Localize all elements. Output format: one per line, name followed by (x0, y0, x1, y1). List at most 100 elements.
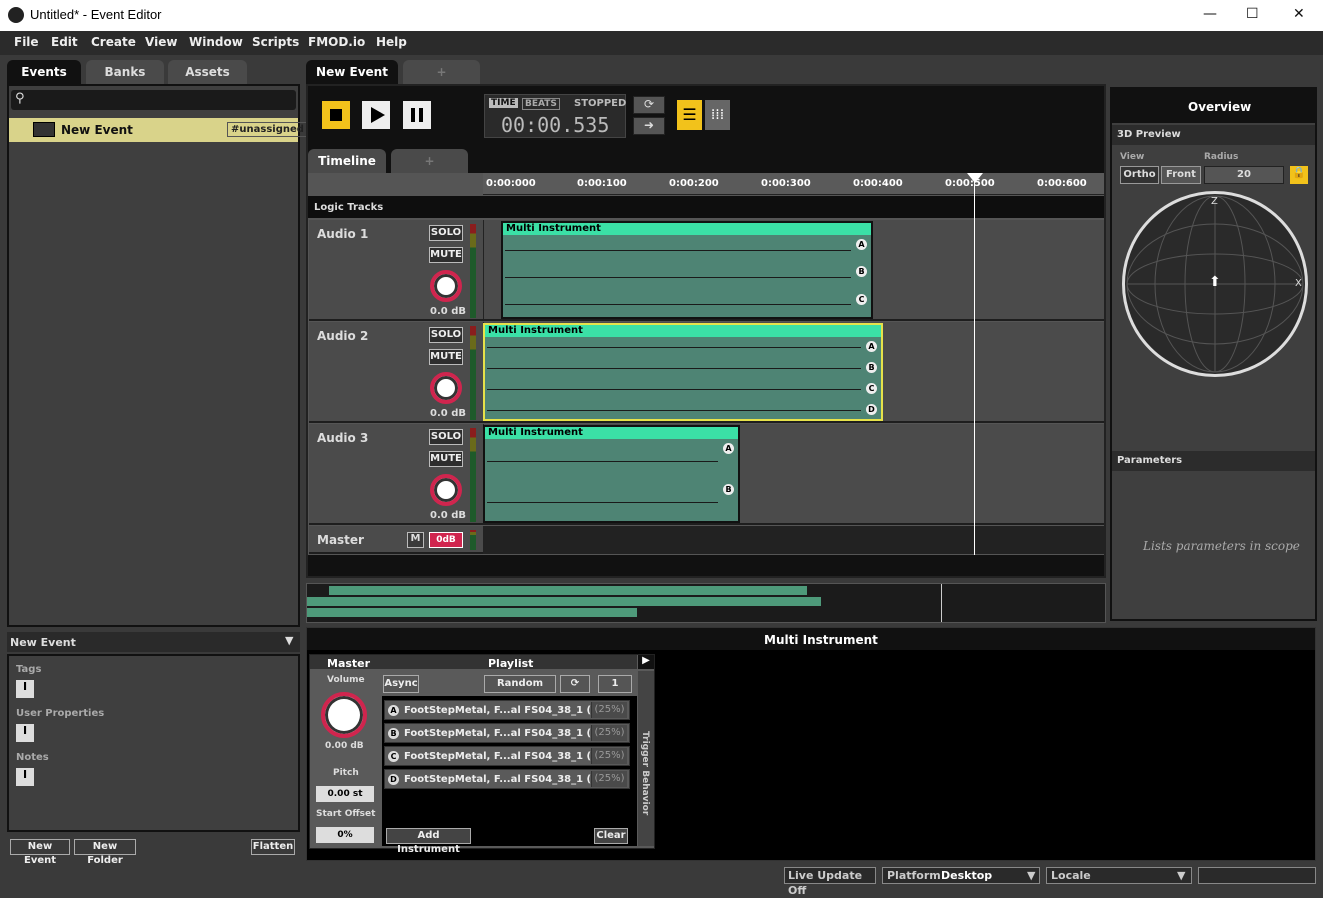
menu-scripts[interactable]: Scripts (252, 35, 299, 49)
clear-button[interactable]: Clear (594, 828, 628, 844)
menu-file[interactable]: File (14, 35, 39, 49)
list-view-icon[interactable]: ☰ (676, 99, 703, 131)
time-ruler[interactable]: 0:00:000 0:00:100 0:00:200 0:00:300 0:00… (483, 173, 1104, 195)
follow-playhead-icon[interactable]: ➜ (633, 117, 665, 135)
3d-preview-sphere[interactable]: Z X ⬆ (1122, 191, 1308, 377)
region-multi-instrument[interactable]: Multi Instrument A B (483, 425, 740, 523)
master-track-name[interactable]: Master (317, 533, 364, 547)
tags-input[interactable]: I (16, 680, 34, 698)
listener-icon: ⬆ (1209, 274, 1221, 290)
new-folder-button[interactable]: New Folder (74, 839, 136, 866)
play-count-input[interactable]: 1 (598, 675, 632, 693)
user-props-input[interactable]: I (16, 724, 34, 742)
flatten-button[interactable]: Flatten (251, 839, 295, 855)
region-multi-instrument[interactable]: Multi Instrument A B C (501, 221, 873, 319)
track-name[interactable]: Audio 3 (317, 431, 368, 445)
overview-title: Overview (1188, 100, 1252, 114)
mute-button[interactable]: MUTE (429, 247, 463, 263)
playlist-item-probability[interactable]: (25%) (591, 771, 627, 787)
radius-input[interactable]: 20 (1204, 166, 1284, 184)
platform-label: Platform (887, 869, 941, 882)
time-mode-toggle[interactable]: TIME (489, 98, 518, 108)
add-instrument-button[interactable]: Add Instrument (386, 828, 471, 855)
ruler-tick: 0:00:300 (761, 178, 811, 189)
transport-state: STOPPED (574, 98, 627, 109)
menu-create[interactable]: Create (91, 35, 136, 49)
tab-timeline-add[interactable]: + (391, 149, 468, 173)
master-gain-knob[interactable]: 0dB (429, 532, 463, 548)
details-header[interactable]: New Event ▼ (7, 632, 300, 652)
menu-fmodio[interactable]: FMOD.io (308, 35, 365, 49)
track-name[interactable]: Audio 2 (317, 329, 368, 343)
playhead-marker-icon[interactable] (967, 173, 983, 183)
playlist-item[interactable]: A FootStepMetal, F...al FS04_38_1 (4) (2… (384, 700, 630, 720)
playhead[interactable] (974, 178, 975, 555)
loop-icon[interactable]: ⟳ (633, 96, 665, 114)
ortho-button[interactable]: Ortho (1120, 166, 1159, 184)
timeline-overview-strip[interactable] (306, 583, 1106, 623)
platform-select[interactable]: Platform Desktop ▼ (882, 867, 1040, 884)
start-offset-input[interactable]: 0% (316, 827, 374, 843)
menu-edit[interactable]: Edit (51, 35, 78, 49)
tab-events[interactable]: Events (7, 60, 81, 84)
mute-button[interactable]: MUTE (429, 349, 463, 365)
locale-select[interactable]: Locale ▼ (1046, 867, 1192, 884)
event-item-new-event[interactable]: New Event #unassigned (9, 118, 308, 142)
play-button[interactable] (360, 99, 392, 131)
tab-new-event[interactable]: New Event (306, 60, 398, 84)
close-icon[interactable]: ✕ (1293, 6, 1305, 22)
pitch-input[interactable]: 0.00 st (316, 786, 374, 802)
notes-input[interactable]: I (16, 768, 34, 786)
tab-assets[interactable]: Assets (168, 60, 247, 84)
loop-playlist-icon[interactable]: ⟳ (560, 675, 590, 693)
front-button[interactable]: Front (1161, 166, 1201, 184)
solo-button[interactable]: SOLO (429, 225, 463, 241)
solo-button[interactable]: SOLO (429, 327, 463, 343)
grid-view-icon[interactable]: ⁞⁞⁞ (704, 99, 731, 131)
live-update-button[interactable]: Live Update Off (784, 867, 876, 897)
instrument-volume-knob[interactable] (321, 692, 367, 738)
track-level: 0.0 dB (430, 510, 466, 521)
async-button[interactable]: Async (383, 675, 419, 693)
volume-knob[interactable] (430, 474, 462, 506)
volume-knob[interactable] (430, 372, 462, 404)
bank-tag[interactable]: #unassigned (227, 122, 308, 137)
search-input[interactable]: ⚲ (11, 90, 296, 110)
playlist-item-probability[interactable]: (25%) (591, 725, 627, 741)
parameters-label: Parameters (1117, 455, 1183, 466)
tab-add[interactable]: + (403, 60, 480, 84)
expand-icon[interactable]: ▶ (638, 655, 654, 669)
playlist-mode-select[interactable]: Random (484, 675, 556, 693)
master-level-meter (470, 530, 476, 550)
collapse-icon[interactable]: ▼ (285, 634, 293, 647)
maximize-icon[interactable]: ☐ (1246, 6, 1259, 22)
master-track[interactable]: Master M 0dB (309, 526, 1104, 554)
parameters-hint: Lists parameters in scope (1143, 539, 1300, 553)
parameters-section-header[interactable]: Parameters (1112, 451, 1315, 471)
playlist-item-letter: A (388, 705, 399, 716)
playlist-item-probability[interactable]: (25%) (591, 748, 627, 764)
volume-knob[interactable] (430, 270, 462, 302)
new-event-button[interactable]: New Event (10, 839, 70, 866)
pause-button[interactable] (401, 99, 433, 131)
menu-window[interactable]: Window (189, 35, 243, 49)
minimize-icon[interactable]: — (1203, 6, 1217, 22)
region-multi-instrument-selected[interactable]: Multi Instrument A B C D (483, 323, 883, 421)
solo-button[interactable]: SOLO (429, 429, 463, 445)
tab-timeline[interactable]: Timeline (308, 149, 386, 173)
menu-help[interactable]: Help (376, 35, 407, 49)
master-mute-button[interactable]: M (407, 532, 424, 548)
trigger-behavior-drawer[interactable]: Trigger Behavior (638, 671, 654, 846)
tab-banks[interactable]: Banks (86, 60, 164, 84)
playlist-item[interactable]: D FootStepMetal, F...al FS04_38_1 (7) (2… (384, 769, 630, 789)
track-name[interactable]: Audio 1 (317, 227, 368, 241)
lock-icon[interactable]: 🔒 (1290, 166, 1308, 184)
playlist-item[interactable]: C FootStepMetal, F...al FS04_38_1 (6) (2… (384, 746, 630, 766)
preview-section-header[interactable]: 3D Preview (1112, 125, 1315, 145)
stop-button[interactable] (320, 99, 352, 131)
playlist-item[interactable]: B FootStepMetal, F...al FS04_38_1 (5) (2… (384, 723, 630, 743)
menu-view[interactable]: View (145, 35, 177, 49)
playlist-item-probability[interactable]: (25%) (591, 702, 627, 718)
mute-button[interactable]: MUTE (429, 451, 463, 467)
beats-mode-toggle[interactable]: BEATS (522, 98, 560, 110)
